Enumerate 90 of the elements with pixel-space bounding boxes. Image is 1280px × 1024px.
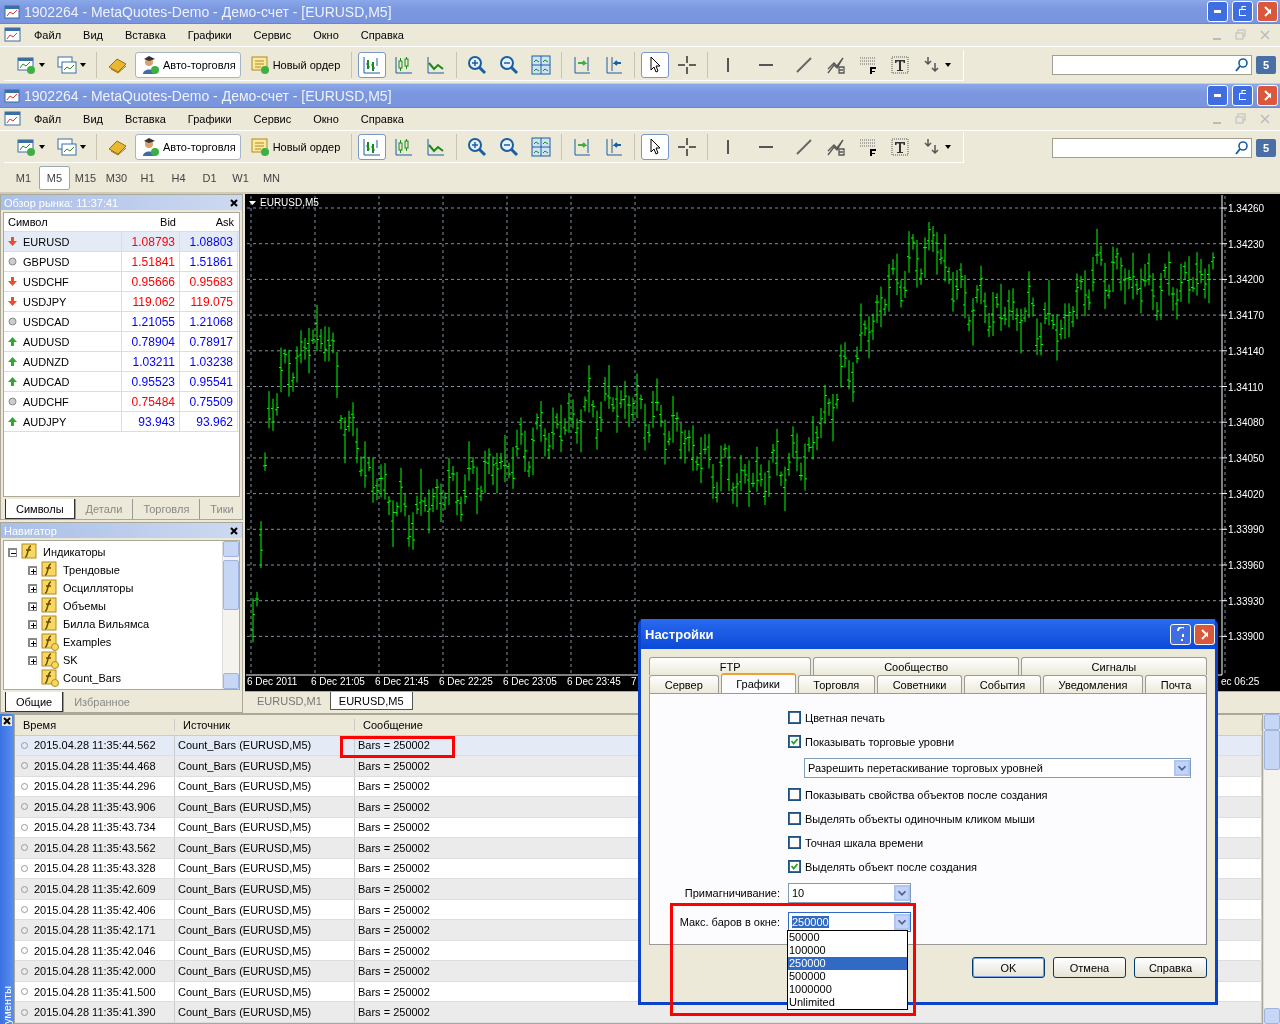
log-time: 2015.04.28 11:35:43.906 bbox=[34, 800, 156, 813]
log-time: 2015.04.28 11:35:44.562 bbox=[34, 739, 156, 752]
time-label: 6 Dec 21:45 bbox=[375, 676, 429, 687]
log-source: Count_Bars (EURUSD,M5) bbox=[175, 735, 355, 756]
log-source: Count_Bars (EURUSD,M5) bbox=[175, 879, 355, 899]
ask-price: 0.75509 bbox=[189, 394, 233, 409]
symbol-name: AUDNZD bbox=[23, 355, 69, 368]
bid-price: 119.062 bbox=[132, 294, 175, 309]
time-label: 6 Dec 2011 bbox=[247, 676, 298, 687]
price-label: 1.34020 bbox=[1228, 488, 1265, 500]
price-label: 1.34080 bbox=[1228, 417, 1265, 429]
window-title: 1902264 - MetaQuotes-Demo - Демо-счет - [EURUSD,M5] bbox=[24, 87, 393, 104]
symbol-name: GBPUSD bbox=[23, 255, 70, 268]
log-source: Count_Bars (EURUSD,M5) bbox=[175, 756, 355, 776]
price-label: 1.34200 bbox=[1228, 274, 1265, 286]
log-time: 2015.04.28 11:35:43.734 bbox=[34, 821, 156, 834]
ask-price: 1.51861 bbox=[189, 254, 233, 269]
ask-price: 1.03238 bbox=[189, 354, 233, 369]
price-label: 1.33930 bbox=[1228, 595, 1265, 607]
checkbox-label: Выделять объект после создания bbox=[805, 860, 977, 873]
checkbox-label: Показывать торговые уровни bbox=[805, 735, 955, 748]
log-source: Count_Bars (EURUSD,M5) bbox=[175, 858, 355, 879]
log-source: Count_Bars (EURUSD,M5) bbox=[175, 899, 355, 920]
bid-price: 93.943 bbox=[138, 414, 175, 429]
bid-price: 1.08793 bbox=[131, 234, 175, 249]
price-label: 1.34230 bbox=[1228, 238, 1265, 250]
price-label: 1.33900 bbox=[1228, 631, 1265, 643]
price-label: 1.34110 bbox=[1228, 381, 1264, 393]
time-label: ec 06:25 bbox=[1221, 676, 1260, 687]
ask-price: 0.95683 bbox=[189, 274, 233, 289]
bid-price: 0.95666 bbox=[131, 274, 175, 289]
log-source: Count_Bars (EURUSD,M5) bbox=[175, 940, 355, 961]
symbol-name: AUDCHF bbox=[23, 395, 69, 408]
symbol-name: USDCAD bbox=[23, 315, 70, 328]
field-label: Примагничивание: bbox=[684, 887, 780, 899]
chart-symbol: EURUSD,M5 bbox=[260, 197, 319, 208]
ask-price: 93.962 bbox=[196, 414, 233, 429]
symbol-name: USDJPY bbox=[23, 295, 67, 308]
price-label: 1.33960 bbox=[1228, 560, 1265, 571]
log-time: 2015.04.28 11:35:42.171 bbox=[34, 924, 156, 937]
checkbox-label: Цветная печать bbox=[805, 711, 885, 724]
price-label: 1.34260 bbox=[1228, 203, 1265, 214]
ask-price: 0.78917 bbox=[189, 334, 233, 349]
log-source: Count_Bars (EURUSD,M5) bbox=[175, 1002, 355, 1022]
symbol-name: AUDUSD bbox=[23, 335, 70, 348]
price-label: 1.34140 bbox=[1228, 345, 1265, 357]
log-source: Count_Bars (EURUSD,M5) bbox=[175, 920, 355, 940]
log-time: 2015.04.28 11:35:42.406 bbox=[34, 903, 156, 916]
price-label: 1.34170 bbox=[1228, 310, 1265, 322]
log-time: 2015.04.28 11:35:42.000 bbox=[34, 965, 156, 978]
time-label: 6 Dec 23:05 bbox=[503, 676, 557, 687]
log-time: 2015.04.28 11:35:41.390 bbox=[34, 1006, 156, 1019]
dialog-title: Настройки bbox=[645, 626, 715, 642]
log-time: 2015.04.28 11:35:43.328 bbox=[34, 862, 156, 875]
time-label: 6 Dec 23:45 bbox=[567, 676, 621, 687]
log-time: 2015.04.28 11:35:44.296 bbox=[34, 780, 156, 793]
ask-price: 119.075 bbox=[190, 294, 233, 309]
bid-price: 1.51841 bbox=[131, 254, 175, 269]
bid-price: 0.95523 bbox=[131, 374, 175, 389]
panel-title: Навигатор bbox=[4, 524, 57, 537]
ask-price: 1.08803 bbox=[189, 234, 233, 249]
log-source: Count_Bars (EURUSD,M5) bbox=[175, 817, 355, 838]
log-source: Count_Bars (EURUSD,M5) bbox=[175, 981, 355, 1002]
bid-price: 0.75484 bbox=[131, 394, 175, 409]
price-label: 1.33990 bbox=[1228, 524, 1265, 536]
log-source: Count_Bars (EURUSD,M5) bbox=[175, 961, 355, 981]
ask-price: 1.21068 bbox=[189, 314, 233, 329]
log-source: Count_Bars (EURUSD,M5) bbox=[175, 838, 355, 858]
log-time: 2015.04.28 11:35:42.046 bbox=[34, 944, 156, 957]
window-title: 1902264 - MetaQuotes-Demo - Демо-счет - [EURUSD,M5] bbox=[24, 3, 393, 20]
time-label: 6 Dec 22:25 bbox=[439, 676, 493, 687]
time-label: 6 Dec 21:05 bbox=[311, 676, 365, 687]
checkbox-label: Точная шкала времени bbox=[805, 836, 924, 849]
log-source: Count_Bars (EURUSD,M5) bbox=[175, 776, 355, 797]
symbol-name: EURUSD bbox=[23, 235, 70, 248]
panel-title: Обзор рынка: 11:37:41 bbox=[4, 196, 119, 209]
log-time: 2015.04.28 11:35:41.500 bbox=[34, 985, 156, 998]
bid-price: 1.21055 bbox=[131, 314, 175, 329]
bid-price: 1.03211 bbox=[132, 354, 175, 369]
symbol-name: AUDJPY bbox=[23, 415, 67, 428]
log-source: Count_Bars (EURUSD,M5) bbox=[175, 797, 355, 817]
log-time: 2015.04.28 11:35:44.468 bbox=[34, 759, 156, 772]
bid-price: 0.78904 bbox=[131, 334, 175, 349]
symbol-name: USDCHF bbox=[23, 275, 69, 288]
time-label: 7 bbox=[631, 676, 637, 687]
log-time: 2015.04.28 11:35:42.609 bbox=[34, 883, 156, 895]
price-label: 1.34050 bbox=[1228, 452, 1265, 464]
ask-price: 0.95541 bbox=[189, 374, 233, 389]
symbol-name: AUDCAD bbox=[23, 375, 70, 388]
log-time: 2015.04.28 11:35:43.562 bbox=[34, 841, 156, 854]
